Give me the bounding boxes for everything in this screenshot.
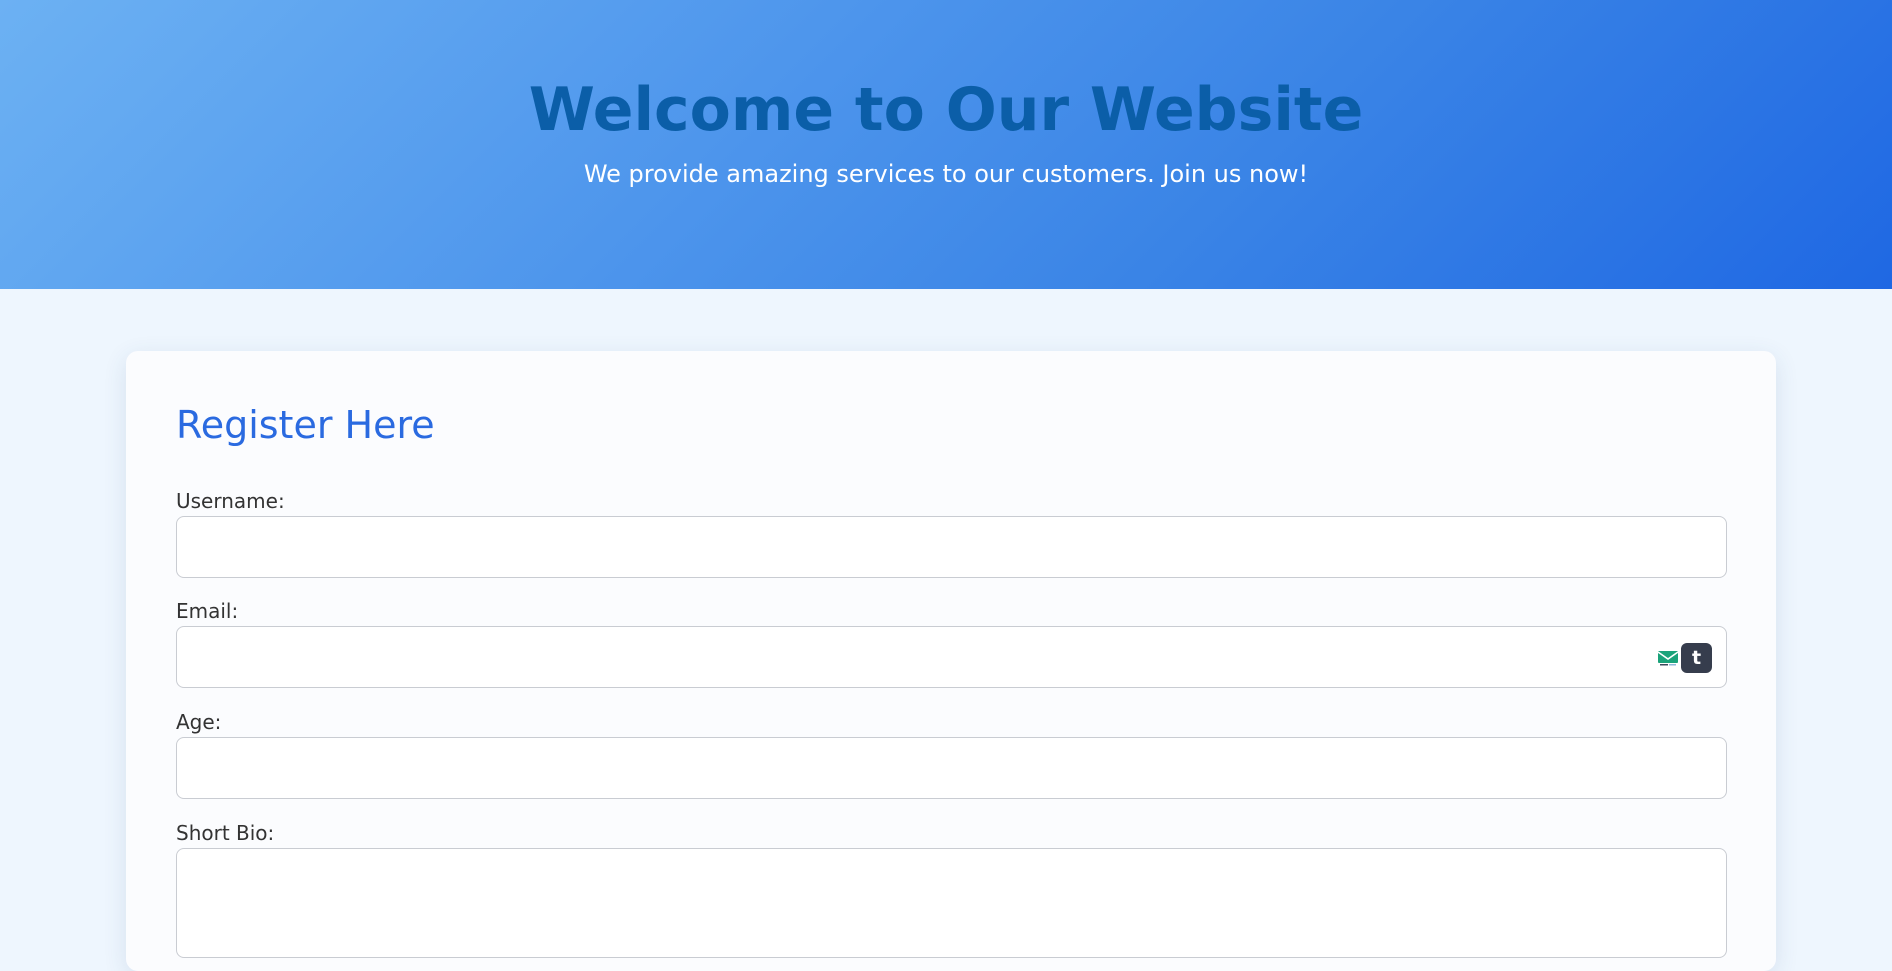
- hero-banner: Welcome to Our Website We provide amazin…: [0, 0, 1892, 289]
- t-extension-icon[interactable]: t: [1681, 643, 1712, 673]
- registration-card: Register Here Username: Email: t Age: Sh…: [126, 351, 1776, 971]
- mail-icon[interactable]: [1657, 647, 1679, 669]
- username-label: Username:: [176, 489, 285, 513]
- bio-textarea[interactable]: [176, 848, 1727, 958]
- email-label: Email:: [176, 599, 239, 623]
- hero-title: Welcome to Our Website: [528, 75, 1364, 145]
- email-extension-icons: t: [1657, 643, 1712, 673]
- email-field[interactable]: t: [176, 626, 1727, 688]
- age-label: Age:: [176, 710, 222, 734]
- bio-label: Short Bio:: [176, 821, 275, 845]
- form-title: Register Here: [176, 403, 435, 447]
- hero-subtitle: We provide amazing services to our custo…: [583, 160, 1309, 188]
- age-input[interactable]: [176, 737, 1727, 799]
- username-input[interactable]: [176, 516, 1727, 578]
